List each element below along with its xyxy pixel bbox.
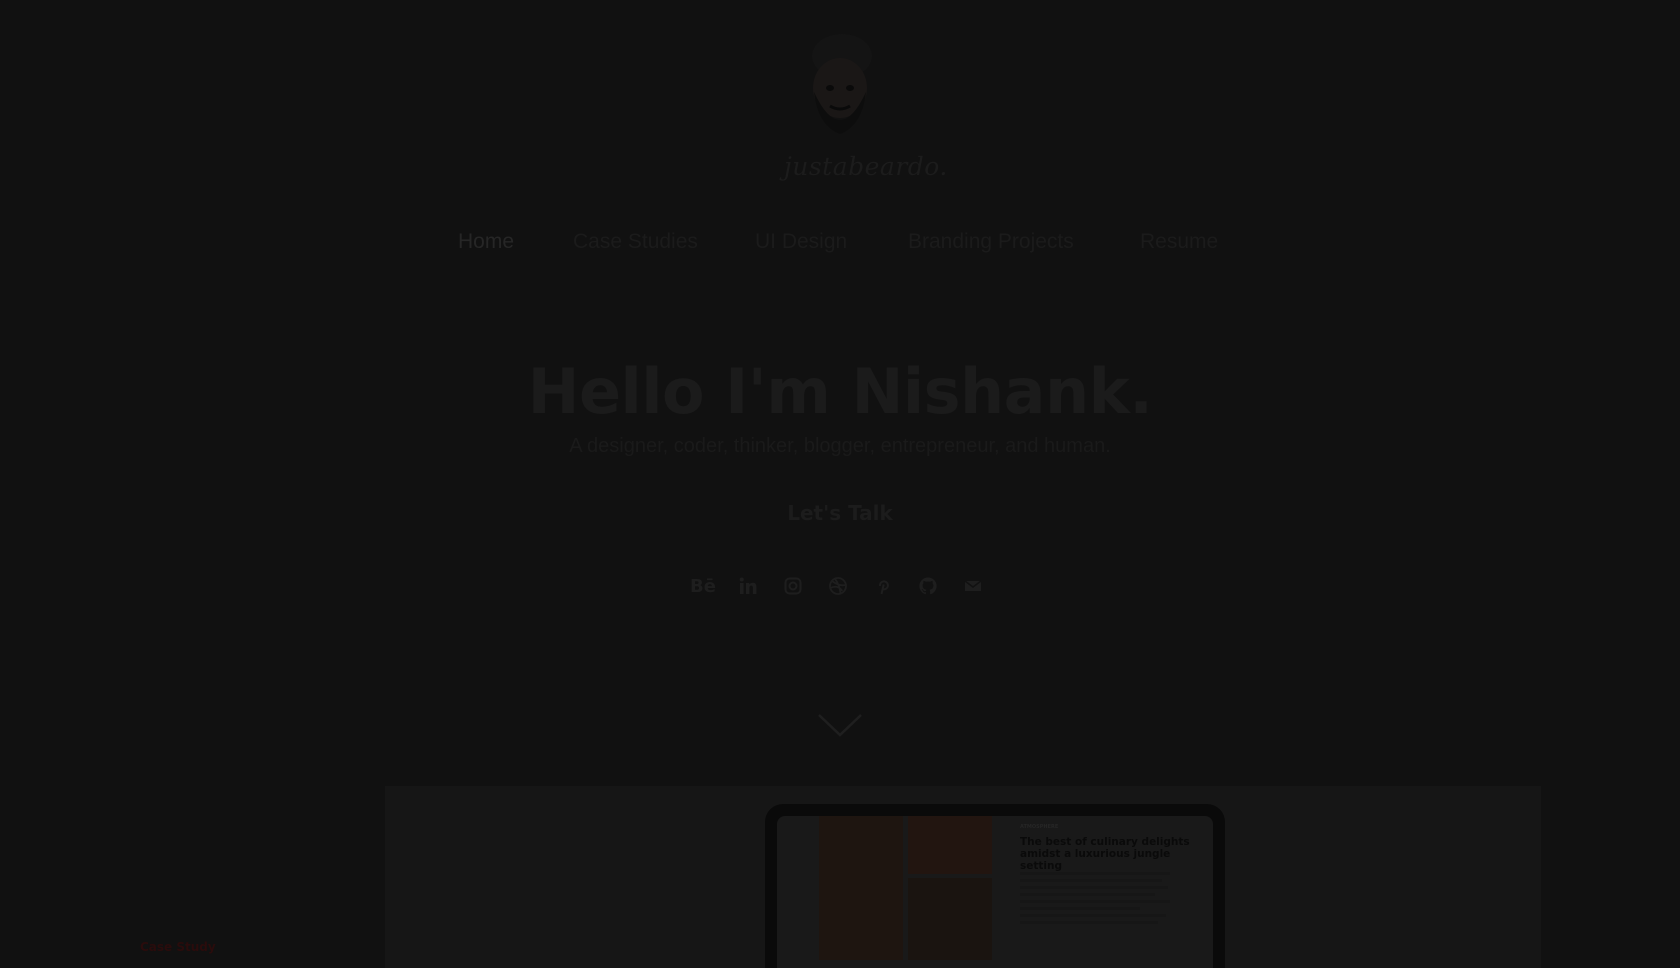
main-nav: Home Case Studies UI Design Branding Pro… (0, 230, 1680, 266)
instagram-icon[interactable] (780, 574, 806, 598)
case-study-preview[interactable]: ATMOSPHERE The best of culinary delights… (385, 786, 1541, 968)
github-icon[interactable] (915, 574, 941, 598)
avatar (812, 34, 872, 134)
hero-title: Hello I'm Nishank. (527, 355, 1153, 428)
behance-icon[interactable]: Bē (690, 574, 716, 598)
dribbble-icon[interactable] (825, 574, 851, 598)
nav-case-studies[interactable]: Case Studies (573, 230, 698, 254)
tablet-mockup: ATMOSPHERE The best of culinary delights… (765, 804, 1225, 968)
nav-branding-projects[interactable]: Branding Projects (908, 230, 1074, 254)
preview-kicker: ATMOSPHERE (1020, 824, 1059, 830)
preview-body-text (1020, 872, 1170, 928)
linkedin-icon[interactable] (735, 574, 761, 598)
case-study-label[interactable]: Case Study (140, 940, 216, 954)
pinterest-icon[interactable] (870, 574, 896, 598)
site-logo[interactable]: justabeardo. (780, 30, 947, 190)
page: justabeardo. Home Case Studies UI Design… (0, 0, 1680, 968)
tablet-screen: ATMOSPHERE The best of culinary delights… (777, 816, 1213, 968)
restaurant-photo (819, 816, 903, 960)
preview-title: The best of culinary delights amidst a l… (1020, 836, 1190, 872)
social-links: Bē (690, 574, 990, 598)
lets-talk-button[interactable]: Let's Talk (770, 497, 910, 529)
nav-resume[interactable]: Resume (1140, 230, 1218, 254)
restaurant-photo (908, 878, 992, 960)
nav-ui-design[interactable]: UI Design (755, 230, 847, 254)
nav-home[interactable]: Home (458, 230, 514, 254)
hero-subtitle: A designer, coder, thinker, blogger, ent… (569, 435, 1111, 457)
restaurant-photo (908, 816, 992, 874)
logo-text: justabeardo. (784, 152, 948, 181)
scroll-down-chevron-icon[interactable] (817, 712, 863, 738)
mail-icon[interactable] (960, 574, 986, 598)
